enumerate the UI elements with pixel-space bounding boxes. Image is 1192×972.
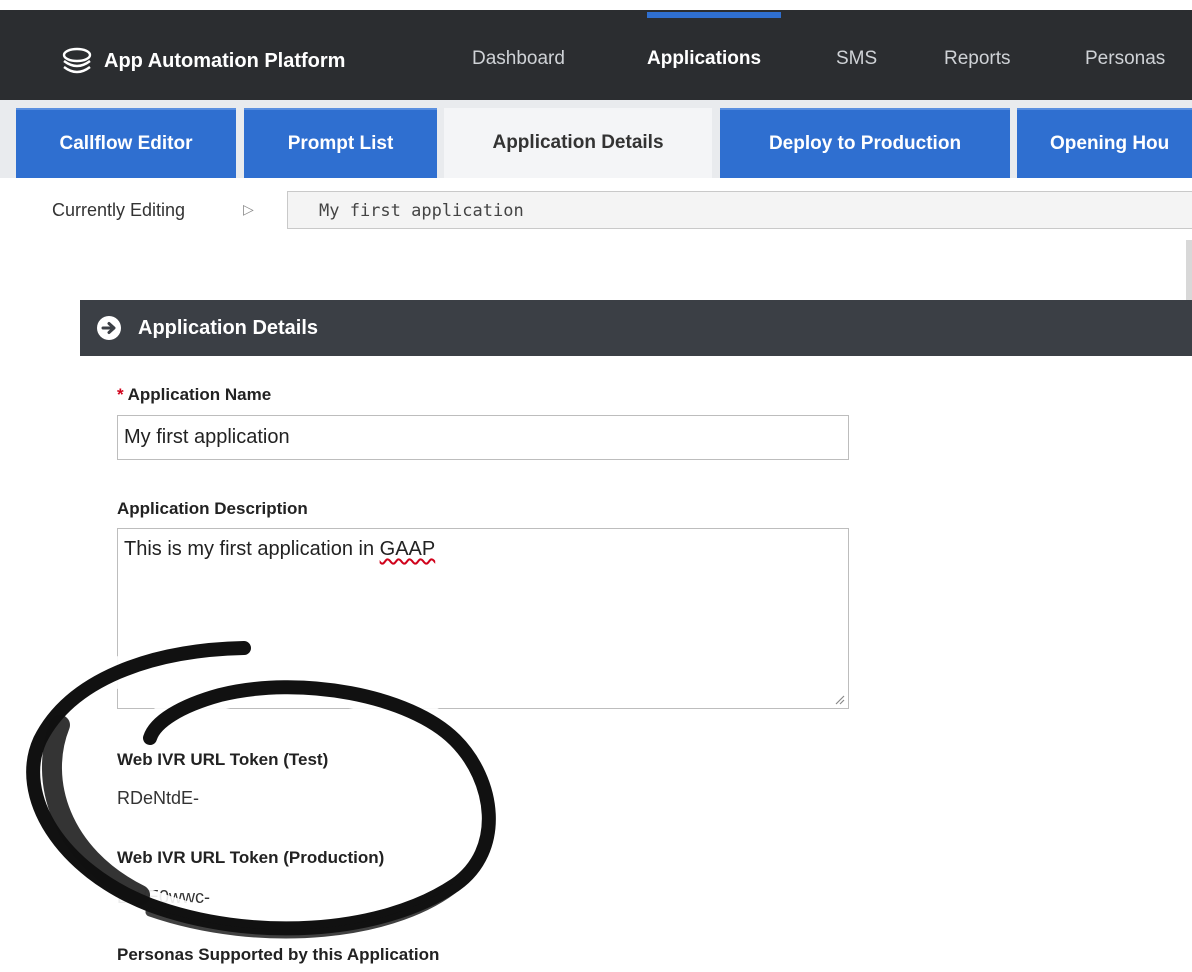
nav-applications[interactable]: Applications (647, 48, 761, 70)
required-marker: * (117, 385, 124, 404)
section-title: Application Details (138, 316, 319, 339)
application-name-label: * Application Name (117, 385, 271, 405)
top-edge (0, 0, 1192, 10)
section-header[interactable]: Application Details (80, 300, 1192, 356)
nav-reports[interactable]: Reports (944, 48, 1011, 70)
nav-sms[interactable]: SMS (836, 48, 877, 70)
application-description-label: Application Description (117, 499, 308, 518)
brand[interactable]: App Automation Platform (60, 44, 345, 78)
nav-active-indicator (647, 12, 781, 18)
right-edge-divider (1186, 240, 1192, 300)
stacked-layers-icon (62, 47, 92, 74)
application-name-input[interactable] (117, 415, 849, 460)
tab-deploy-to-production[interactable]: Deploy to Production (720, 108, 1010, 178)
currently-editing-label: Currently Editing (52, 200, 186, 220)
token-production-label: Web IVR URL Token (Production) (117, 848, 385, 867)
app-title: App Automation Platform (104, 49, 346, 72)
tab-prompt-list[interactable]: Prompt List (244, 108, 437, 178)
description-text: This is my first application in (124, 538, 380, 560)
circle-arrow-right-icon (97, 316, 121, 340)
token-test-value: RDeNtdE- (117, 788, 200, 808)
nav-dashboard[interactable]: Dashboard (472, 48, 565, 70)
triangle-right-outline-icon: ▷ (243, 201, 254, 217)
currently-editing-field[interactable]: My first application (287, 191, 1192, 229)
tab-opening-hours[interactable]: Opening Hou (1017, 108, 1192, 178)
nav-personas[interactable]: Personas (1085, 48, 1165, 70)
token-test-label: Web IVR URL Token (Test) (117, 750, 329, 769)
spellcheck-flagged-word: GAAP (379, 538, 436, 560)
application-name-label-text: Application Name (127, 385, 272, 404)
application-description-textarea[interactable]: This is my first application in GAAP (117, 528, 849, 709)
token-production-value: DWE0wwc- (117, 887, 210, 907)
personas-supported-label: Personas Supported by this Application (117, 945, 440, 964)
resize-grip-icon[interactable] (833, 693, 845, 705)
tab-callflow-editor[interactable]: Callflow Editor (16, 108, 236, 178)
tab-application-details[interactable]: Application Details (444, 108, 712, 178)
